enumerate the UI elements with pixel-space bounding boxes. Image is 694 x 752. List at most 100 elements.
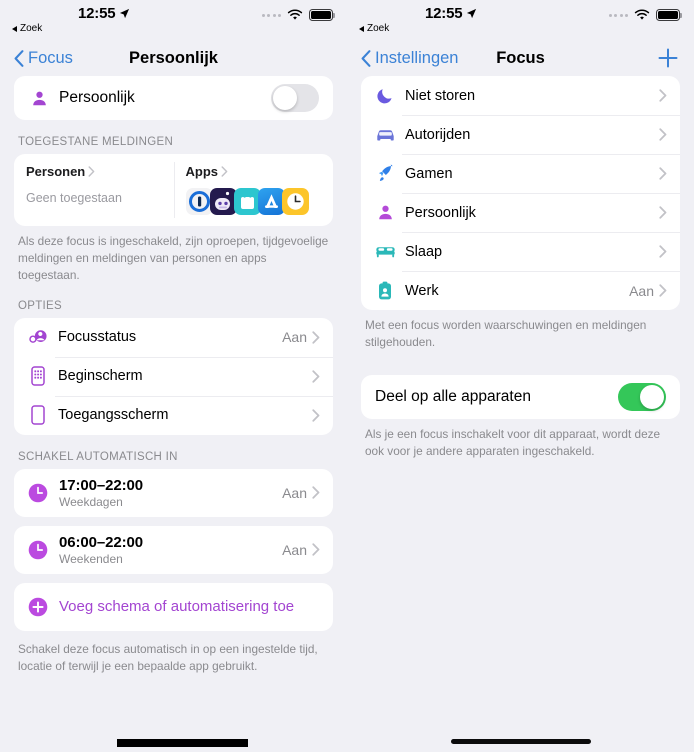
chevron-right-icon <box>312 331 320 344</box>
location-arrow-icon <box>120 8 130 19</box>
share-toggle-row: Deel op alle apparaten <box>361 375 680 419</box>
signal-dots-icon <box>261 13 281 17</box>
schedule-item-weekenden[interactable]: 06:00–22:00 Weekenden Aan <box>14 525 333 574</box>
allowed-notifications-card: Personen Geen toegestaan Apps <box>14 154 333 226</box>
plus-icon[interactable] <box>656 46 680 70</box>
person-icon <box>374 202 396 224</box>
status-bar-time-group: 12:55 <box>78 5 130 22</box>
back-to-focus-button[interactable]: Focus <box>14 49 73 68</box>
row-beginscherm[interactable]: Beginscherm <box>14 356 333 396</box>
person-icon <box>28 87 50 109</box>
car-icon <box>374 124 396 146</box>
status-bar-indicators <box>608 9 683 21</box>
right-content: Niet storen Autorijden Gamen Persoonlijk… <box>347 76 694 460</box>
lock-screen-icon <box>27 404 49 426</box>
wifi-icon <box>634 9 650 20</box>
row-label: Beginscherm <box>58 368 143 385</box>
chevron-right-icon <box>312 486 320 500</box>
focus-status-icon <box>27 326 49 348</box>
chevron-right-icon <box>312 543 320 557</box>
chevron-left-icon <box>361 49 371 67</box>
battery-full-icon <box>656 9 683 21</box>
apps-title-row: Apps <box>186 164 322 179</box>
add-schedule-button[interactable]: Voeg schema of automatisering toe <box>14 582 333 631</box>
row-toegangsscherm[interactable]: Toegangsscherm <box>14 395 333 435</box>
allowed-apps-icon-list <box>185 188 322 215</box>
status-bar-time: 12:55 <box>425 5 463 22</box>
focus-row-autorijden[interactable]: Autorijden <box>361 115 680 154</box>
allowed-notifications-footnote: Als deze focus is ingeschakeld, zijn opr… <box>18 234 329 282</box>
status-bar-back-label: Zoek <box>367 23 390 34</box>
clock-app-icon <box>281 188 309 215</box>
focus-row-niet-storen[interactable]: Niet storen <box>361 76 680 115</box>
persoonlijk-focus-switch[interactable] <box>271 84 319 112</box>
chevron-right-icon <box>659 284 667 297</box>
schedule-state: Aan <box>282 541 307 558</box>
status-bar: Zoek 12:55 <box>0 0 347 40</box>
dual-screenshot: Zoek 12:55 Focus Persoonlijk Persoonlijk… <box>0 0 694 752</box>
row-value: Aan <box>282 329 307 346</box>
schedule-header: SCHAKEL AUTOMATISCH IN <box>18 450 178 463</box>
row-label: Toegangsscherm <box>58 407 169 424</box>
status-bar-time-group: 12:55 <box>425 5 477 22</box>
row-label: Werk <box>405 282 439 299</box>
chevron-right-icon <box>659 167 667 180</box>
schedule-time: 06:00–22:00 <box>59 533 143 551</box>
persoonlijk-toggle-row: Persoonlijk <box>14 76 333 120</box>
people-title: Personen <box>26 164 86 179</box>
focus-row-persoonlijk[interactable]: Persoonlijk <box>361 193 680 232</box>
share-footnote: Als je een focus inschakelt voor dit app… <box>365 426 661 458</box>
row-label: Niet storen <box>405 87 476 104</box>
focus-row-slaap[interactable]: Slaap <box>361 232 680 271</box>
clock-icon <box>28 483 48 503</box>
redaction-bar <box>117 739 248 747</box>
status-bar-back-to-app[interactable]: Zoek <box>359 23 389 34</box>
people-subtitle: Geen toegestaan <box>26 191 122 205</box>
chevron-right-icon <box>659 206 667 219</box>
row-label: Persoonlijk <box>405 204 476 221</box>
chevron-right-icon <box>88 166 95 177</box>
status-bar-indicators <box>261 9 336 21</box>
people-title-row: Personen <box>26 164 162 179</box>
apps-title: Apps <box>185 164 219 179</box>
back-triangle-icon <box>12 25 17 32</box>
row-label: Gamen <box>405 165 453 182</box>
right-nav-bar: Instellingen Focus <box>347 40 694 76</box>
back-label: Instellingen <box>375 48 459 67</box>
robot-app-icon <box>209 188 237 215</box>
row-focusstatus[interactable]: Focusstatus Aan <box>14 318 333 357</box>
focus-enable-card: Persoonlijk <box>14 76 333 120</box>
location-arrow-icon <box>467 8 477 19</box>
home-indicator <box>450 739 591 744</box>
schedule-days: Weekenden <box>59 551 123 566</box>
focus-modes-card: Niet storen Autorijden Gamen Persoonlijk… <box>361 76 680 310</box>
right-screen-focus-list: Zoek 12:55 Instellingen Focus Niet store… <box>347 0 694 752</box>
status-bar-back-to-app[interactable]: Zoek <box>12 23 42 34</box>
back-label: Focus <box>28 48 73 67</box>
focus-row-gamen[interactable]: Gamen <box>361 154 680 193</box>
share-toggle-label: Deel op alle apparaten <box>375 387 531 405</box>
schedule-text: 06:00–22:00 Weekenden <box>59 534 282 566</box>
chevron-right-icon <box>659 245 667 258</box>
schedule-footnote: Schakel deze focus automatisch in op een… <box>18 641 318 673</box>
chevron-right-icon <box>312 409 320 422</box>
chevron-right-icon <box>221 166 228 177</box>
options-header: OPTIES <box>18 299 62 312</box>
share-across-devices-switch[interactable] <box>618 382 666 411</box>
chevron-right-icon <box>659 89 667 102</box>
row-label: Focusstatus <box>58 329 137 346</box>
app-store-app-icon <box>257 188 285 215</box>
clock-icon <box>28 540 48 560</box>
row-label: Slaap <box>405 243 443 260</box>
signal-dots-icon <box>608 13 628 17</box>
schedule-item-weekdagen[interactable]: 17:00–22:00 Weekdagen Aan <box>14 468 333 517</box>
status-bar: Zoek 12:55 <box>347 0 694 40</box>
chevron-right-icon <box>312 370 320 383</box>
apps-section[interactable]: Apps <box>173 154 334 226</box>
persoonlijk-toggle-label: Persoonlijk <box>59 89 135 106</box>
left-screen-persoonlijk-detail: Zoek 12:55 Focus Persoonlijk Persoonlijk… <box>0 0 347 752</box>
focus-row-werk[interactable]: Werk Aan <box>361 271 680 310</box>
people-section[interactable]: Personen Geen toegestaan <box>14 154 174 226</box>
onepassword-app-icon <box>185 188 213 215</box>
back-to-instellingen-button[interactable]: Instellingen <box>361 49 458 68</box>
